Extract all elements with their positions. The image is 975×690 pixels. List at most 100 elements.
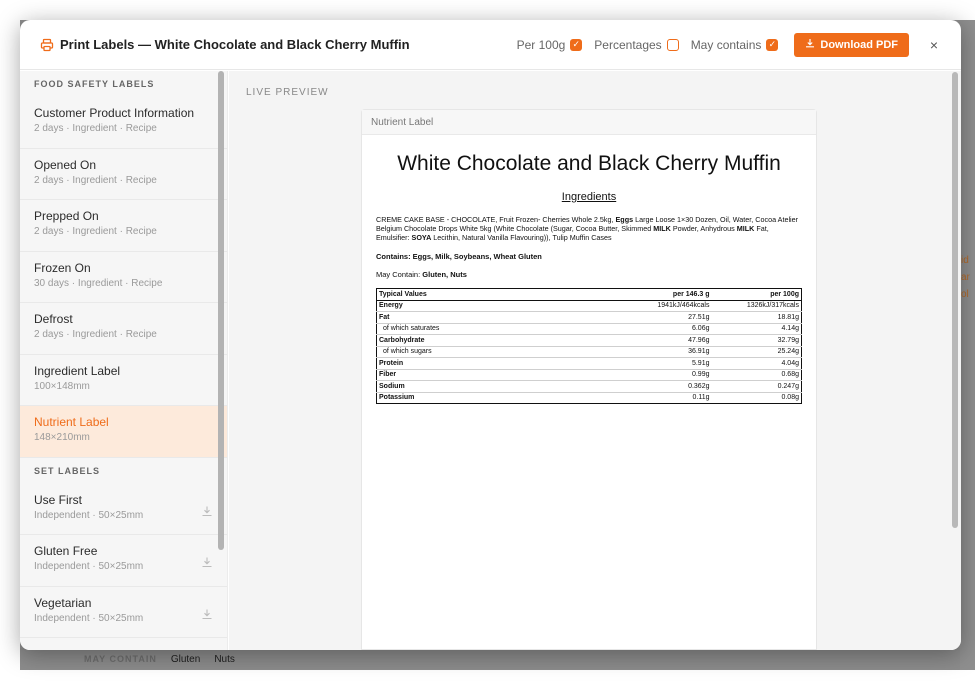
col-per-serving: per 146.3 g — [556, 288, 712, 301]
nutrient-per-serving: 0.99g — [556, 369, 712, 381]
modal-header: Print Labels — White Chocolate and Black… — [20, 20, 961, 70]
sidebar-item-opened-on[interactable]: Opened On 2 days · Ingredient · Recipe — [20, 148, 227, 200]
nutrient-per-100g: 25.24g — [711, 346, 802, 358]
percentages-option[interactable]: Percentages — [594, 37, 679, 52]
backdrop-edge-fragment: ar — [961, 272, 970, 283]
nutrient-name: Fiber — [376, 369, 557, 381]
ingredients-text: CREME CAKE BASE - CHOCOLATE, Fruit Froze… — [376, 215, 802, 242]
allergen-highlight: SOYA — [411, 233, 432, 242]
sidebar-item-name: Frozen On — [34, 260, 91, 275]
nutrition-table-header: Typical Values per 146.3 g per 100g — [376, 288, 802, 301]
nutrient-name: Potassium — [379, 394, 415, 402]
label-title: White Chocolate and Black Cherry Muffin — [397, 152, 781, 175]
nutrition-row: Fat 27.51g 18.81g — [376, 311, 802, 324]
nutrient-name: Fat — [376, 311, 557, 324]
preview-scrollbar[interactable] — [952, 72, 958, 528]
nutrient-per-serving: 5.91g — [556, 357, 712, 370]
sidebar-item-ingredient-label[interactable]: Ingredient Label 100×148mm — [20, 354, 227, 406]
sidebar-item-meta: 2 days · Ingredient · Recipe — [34, 123, 157, 134]
nutrition-row: Fiber 0.99g 0.68g — [376, 369, 802, 381]
sidebar-item-meta: Independent · 50×25mm — [34, 612, 144, 624]
nutrition-row: Carbohydrate 47.96g 32.79g — [376, 334, 802, 347]
allergen-highlight: Eggs — [615, 215, 634, 224]
nutrient-per-100g: 1326kJ/317kcals — [711, 300, 802, 312]
percentages-checkbox[interactable] — [666, 38, 679, 51]
sidebar-item-gluten-free[interactable]: Gluten Free Independent · 50×25mm — [20, 535, 227, 587]
may-contains-option[interactable]: May contains ✓ — [691, 38, 779, 52]
sidebar-item-meta: 2 days · Ingredient · Recipe — [34, 226, 157, 237]
food-safety-heading: FOOD SAFETY LABELS — [34, 79, 155, 89]
nutrient-per-serving: 1941kJ/464kcals — [556, 300, 712, 312]
download-icon[interactable] — [201, 607, 213, 619]
per-100g-checkbox[interactable]: ✓ — [570, 38, 583, 51]
sidebar-item-nutrient-label[interactable]: Nutrient Label 148×210mm — [20, 406, 227, 458]
sidebar-scrollbar[interactable] — [218, 71, 224, 550]
sidebar-item-name: Use First — [34, 492, 82, 507]
nutrient-label-document: White Chocolate and Black Cherry Muffin … — [362, 152, 816, 404]
sidebar-item-vegetarian[interactable]: Vegetarian Independent · 50×25mm — [20, 586, 227, 638]
allergen-highlight: MILK — [736, 224, 755, 233]
nutrient-per-serving: 0.362g — [556, 380, 712, 393]
nutrient-per-serving: 0.11g — [692, 394, 710, 402]
ingredient-text-run: CREME CAKE BASE - CHOCOLATE, Fruit Froze… — [376, 215, 616, 224]
card-header: Nutrient Label — [362, 110, 816, 135]
sidebar-item-use-first[interactable]: Use First Independent · 50×25mm — [20, 483, 227, 535]
may-contain-line: May Contain: Gluten, Nuts — [376, 270, 802, 279]
nutrient-per-100g: 0.68g — [711, 369, 802, 381]
sidebar-item-meta: Independent · 50×25mm — [34, 509, 144, 521]
nutrient-per-100g: 0.08g — [781, 394, 799, 402]
per-100g-option[interactable]: Per 100g ✓ — [517, 38, 583, 52]
backdrop-edge-fragment: ol — [961, 289, 969, 300]
sidebar-item-defrost[interactable]: Defrost 2 days · Ingredient · Recipe — [20, 303, 227, 355]
nutrition-row: Protein 5.91g 4.04g — [376, 357, 802, 370]
nutrient-per-100g: 0.247g — [711, 380, 802, 393]
close-icon[interactable]: × — [927, 37, 941, 53]
sidebar-item-frozen-on[interactable]: Frozen On 30 days · Ingredient · Recipe — [20, 251, 227, 303]
nutrition-table: Typical Values per 146.3 g per 100g Ener… — [376, 288, 802, 404]
sidebar-item-name: Nutrient Label — [34, 415, 109, 429]
nutrient-name: Energy — [376, 300, 557, 312]
allergens-contains: Contains: Eggs, Milk, Soybeans, Wheat Gl… — [376, 252, 542, 261]
sidebar-item-name: Ingredient Label — [34, 363, 121, 378]
nutrition-row: Potassium 0.11g 0.08g — [377, 392, 802, 404]
nutrient-name: Carbohydrate — [376, 334, 557, 347]
allergen-highlight: MILK — [653, 224, 671, 233]
modal-title: Print Labels — White Chocolate and Black… — [60, 37, 410, 52]
may-contain-value: Gluten, Nuts — [422, 270, 467, 279]
download-icon[interactable] — [201, 504, 213, 516]
nutrient-name: of which sugars — [376, 346, 557, 358]
nutrient-name: Protein — [376, 357, 557, 370]
nutrition-row: Energy 1941kJ/464kcals 1326kJ/317kcals — [376, 300, 802, 312]
download-pdf-label: Download PDF — [820, 38, 898, 51]
percentages-label: Percentages — [594, 37, 662, 52]
may-contains-checkbox[interactable]: ✓ — [766, 38, 779, 51]
sidebar-item-customer-product-information[interactable]: Customer Product Information 2 days · Ing… — [20, 97, 227, 149]
nutrient-name: of which saturates — [376, 323, 557, 335]
set-labels-heading: SET LABELS — [34, 465, 101, 476]
sidebar-item-meta: Independent · 50×25mm — [34, 561, 144, 572]
download-pdf-button[interactable]: Download PDF — [794, 32, 909, 57]
backdrop-may-contain-row: MAY CONTAIN Gluten Nuts — [20, 648, 960, 670]
nutrient-per-serving: 47.96g — [556, 334, 712, 347]
ingredient-text-run: Powder, Anhydrous — [670, 224, 737, 233]
sidebar-item-name: Customer Product Information — [34, 106, 195, 120]
per-100g-label: Per 100g — [516, 37, 566, 52]
nutrient-per-100g: 18.81g — [711, 311, 802, 324]
nutrient-label-card: Nutrient Label White Chocolate and Black… — [361, 109, 817, 650]
download-icon — [805, 38, 815, 51]
ingredients-heading: Ingredients — [561, 191, 617, 203]
sidebar-item-prepped-on[interactable]: Prepped On 2 days · Ingredient · Recipe — [20, 200, 227, 252]
header-options: Per 100g ✓ Percentages May contains ✓ Do… — [505, 32, 941, 57]
backdrop-may-contain-label: MAY CONTAIN — [84, 654, 157, 664]
nutrient-per-100g: 4.04g — [711, 357, 802, 370]
nutrition-row: of which sugars 36.91g 25.24g — [376, 346, 802, 358]
download-icon[interactable] — [201, 555, 213, 568]
sidebar-item-meta: 30 days · Ingredient · Recipe — [34, 277, 163, 289]
nutrient-per-100g: 32.79g — [711, 334, 802, 347]
live-preview-heading: LIVE PREVIEW — [246, 87, 329, 98]
sidebar-item-meta: 100×148mm — [34, 380, 90, 392]
label-type-sidebar: FOOD SAFETY LABELS Customer Product Info… — [20, 71, 228, 650]
nutrient-per-serving: 6.06g — [556, 323, 712, 335]
backdrop-chip: Gluten — [170, 653, 201, 665]
sidebar-item-name: Prepped On — [34, 209, 99, 223]
